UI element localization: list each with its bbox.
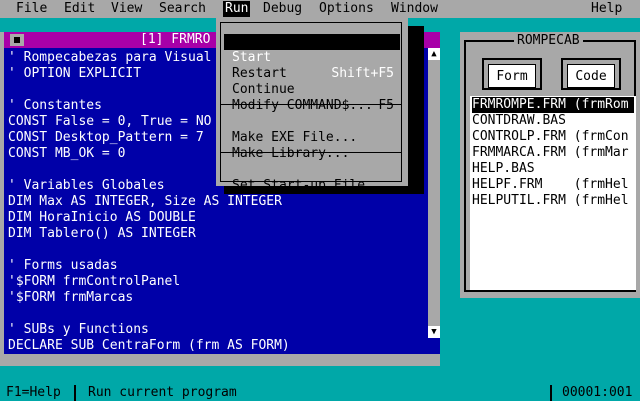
- code-line[interactable]: ' Variables Globales: [8, 178, 165, 194]
- run-set-startup-item[interactable]: Set Start-up File...: [224, 162, 400, 193]
- file-list-item[interactable]: CONTDRAW.BAS: [472, 113, 634, 129]
- run-restart-item[interactable]: Restart: [224, 50, 400, 81]
- code-line[interactable]: DIM Max AS INTEGER, Size AS INTEGER: [8, 194, 282, 210]
- project-title: ROMPECAB: [514, 33, 583, 49]
- code-line[interactable]: CONST Desktop_Pattern = 7: [8, 130, 204, 146]
- vertical-scrollbar[interactable]: ▲ ▼: [428, 48, 440, 338]
- menu-item-label: Set Start-up File...: [232, 178, 389, 193]
- close-icon-glyph: [14, 37, 20, 43]
- menu-item-label: Make Library...: [232, 146, 350, 161]
- editor-left-border: [0, 32, 4, 354]
- run-make-exe-item[interactable]: Make EXE File...: [224, 114, 400, 145]
- run-modify-command-item[interactable]: Modify COMMAND$...: [224, 82, 400, 113]
- menu-file[interactable]: File: [16, 1, 47, 17]
- run-continue-item[interactable]: Continue F5: [224, 66, 400, 113]
- horizontal-scrollbar[interactable]: [0, 354, 440, 366]
- menu-edit[interactable]: Edit: [64, 1, 95, 17]
- menu-bar: File Edit View Search Run Debug Options …: [0, 0, 640, 18]
- code-line[interactable]: DIM Tablero() AS INTEGER: [8, 226, 196, 242]
- code-line[interactable]: ' OPTION EXPLICIT: [8, 66, 141, 82]
- menu-shadow: [408, 26, 424, 194]
- file-list-item[interactable]: CONTROLP.FRM (frmCon: [472, 129, 634, 145]
- code-line[interactable]: ' Forms usadas: [8, 258, 118, 274]
- file-list-item[interactable]: HELPF.FRM (frmHel: [472, 177, 634, 193]
- menu-run[interactable]: Run: [223, 1, 251, 17]
- code-line[interactable]: DIM HoraInicio AS DOUBLE: [8, 210, 196, 226]
- run-start-item[interactable]: Start Shift+F5: [224, 34, 400, 81]
- file-list-item[interactable]: HELP.BAS: [472, 161, 634, 177]
- code-line[interactable]: '$FORM frmMarcas: [8, 290, 133, 306]
- form-button[interactable]: Form: [482, 58, 542, 90]
- menu-separator: [220, 104, 402, 105]
- code-button[interactable]: Code: [561, 58, 621, 90]
- menu-search[interactable]: Search: [159, 1, 206, 17]
- code-line[interactable]: '$FORM frmControlPanel: [8, 274, 180, 290]
- menu-debug[interactable]: Debug: [263, 1, 302, 17]
- code-line[interactable]: ' Constantes: [8, 98, 102, 114]
- code-line[interactable]: CONST False = 0, True = NO: [8, 114, 212, 130]
- editor-title: [1] FRMRO: [140, 32, 211, 47]
- file-list-item[interactable]: HELPUTIL.FRM (frmHel: [472, 193, 634, 209]
- code-line[interactable]: ' SUBs y Functions: [8, 322, 149, 338]
- status-divider: [550, 385, 552, 401]
- menu-item-shortcut: F5: [378, 98, 394, 113]
- status-help[interactable]: F1=Help: [6, 385, 61, 401]
- run-make-library-item[interactable]: Make Library...: [224, 130, 400, 161]
- menu-help[interactable]: Help: [591, 1, 622, 17]
- status-divider: [74, 385, 76, 401]
- scroll-up-icon[interactable]: ▲: [428, 48, 440, 60]
- file-list-item[interactable]: FRMMARCA.FRM (frmMar: [472, 145, 634, 161]
- menu-view[interactable]: View: [111, 1, 142, 17]
- form-button-label: Form: [488, 64, 536, 88]
- code-button-label: Code: [567, 64, 615, 88]
- scroll-down-icon[interactable]: ▼: [428, 326, 440, 338]
- menu-window[interactable]: Window: [391, 1, 438, 17]
- cursor-position: 00001:001: [562, 385, 633, 400]
- menu-separator: [220, 152, 402, 153]
- status-message: Run current program: [88, 385, 237, 400]
- menu-item-label: Modify COMMAND$...: [232, 98, 373, 113]
- code-line[interactable]: DECLARE SUB CentraForm (frm AS FORM): [8, 338, 290, 354]
- file-list-item[interactable]: FRMROMPE.FRM (frmRom: [472, 97, 634, 113]
- code-line[interactable]: ' Rompecabezas para Visual: [8, 50, 212, 66]
- code-line[interactable]: CONST MB_OK = 0: [8, 146, 125, 162]
- menu-options[interactable]: Options: [319, 1, 374, 17]
